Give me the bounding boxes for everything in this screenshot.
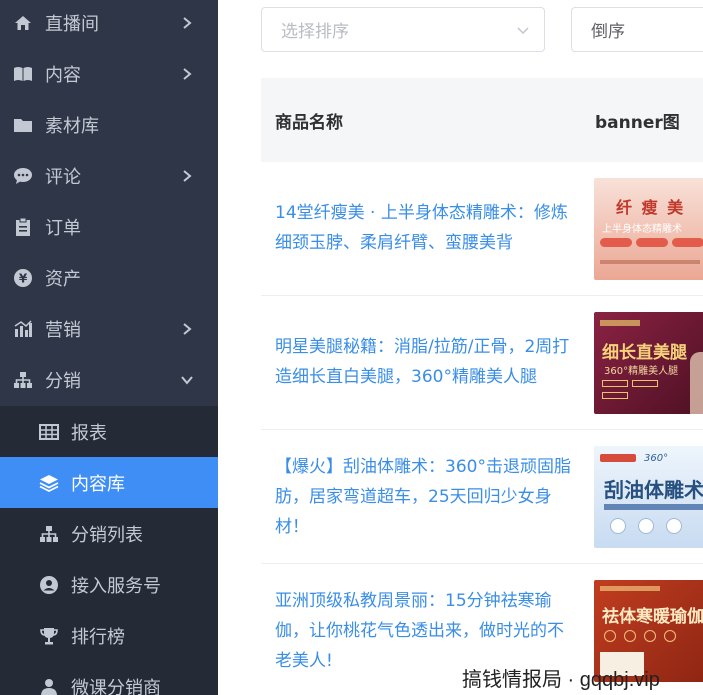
comment-icon xyxy=(12,165,34,187)
sidebar-item-content[interactable]: 内容 xyxy=(0,48,218,99)
sidebar-item-label: 微课分销商 xyxy=(71,677,161,695)
banner-badge xyxy=(638,518,654,534)
banner-image: 纤 瘦 美 上半身体态精雕术 xyxy=(594,178,703,280)
banner-subtitle: 360°精雕美人腿 xyxy=(604,366,679,377)
sidebar-item-label: 接入服务号 xyxy=(71,575,161,597)
banner-figure xyxy=(690,352,703,414)
sidebar-subitem-content-library[interactable]: 内容库 xyxy=(0,457,218,508)
svg-text:¥: ¥ xyxy=(19,271,28,285)
sidebar-item-marketing[interactable]: 营销 xyxy=(0,303,218,354)
coin-icon: ¥ xyxy=(12,267,34,289)
sidebar-item-comments[interactable]: 评论 xyxy=(0,150,218,201)
banner-badge xyxy=(664,630,676,642)
sidebar-item-label: 订单 xyxy=(45,217,81,239)
banner-title: 刮油体雕术 xyxy=(604,478,703,502)
home-icon xyxy=(12,12,34,34)
table-row: 14堂纤瘦美 · 上半身体态精雕术：修炼细颈玉脖、柔肩纤臂、蛮腰美背 纤 瘦 美… xyxy=(261,162,703,296)
chevron-right-icon xyxy=(180,16,194,30)
banner-tag xyxy=(632,380,658,387)
banner-tag xyxy=(600,320,640,326)
sidebar-item-label: 直播间 xyxy=(45,13,99,35)
product-name-link[interactable]: 明星美腿秘籍：消脂/拉筋/正骨，2周打造细长直白美腿，360°精雕美人腿 xyxy=(275,332,575,392)
chevron-down-icon xyxy=(516,22,530,36)
banner-tag xyxy=(600,238,632,247)
banner-tag xyxy=(636,238,668,247)
column-header-product-name: 商品名称 xyxy=(275,113,343,133)
banner-tag xyxy=(672,238,703,247)
sidebar-item-label: 分销 xyxy=(45,370,81,392)
banner-image: 细长直美腿 360°精雕美人腿 xyxy=(594,312,703,414)
sidebar-item-label: 营销 xyxy=(45,319,81,341)
sidebar: 直播间 内容 素材库 评论 订单 ¥ 资产 营销 分销 报表 内容库 分销列表 … xyxy=(0,0,218,695)
watermark: 搞钱情报局 · gqqbj.vip xyxy=(462,669,660,691)
banner-title: 祛体寒暖瑜伽 xyxy=(602,607,703,627)
sidebar-item-label: 报表 xyxy=(71,422,107,444)
trophy-icon xyxy=(38,625,60,647)
sort-select[interactable]: 选择排序 xyxy=(261,7,545,52)
sidebar-item-label: 分销列表 xyxy=(71,524,143,546)
sidebar-item-assets[interactable]: ¥ 资产 xyxy=(0,252,218,303)
sidebar-item-label: 素材库 xyxy=(45,115,99,137)
banner-tag xyxy=(602,380,628,387)
banner-subtitle: 上半身体态精雕术 xyxy=(602,224,682,235)
sidebar-item-materials[interactable]: 素材库 xyxy=(0,99,218,150)
chevron-right-icon xyxy=(180,322,194,336)
banner-badge xyxy=(624,630,636,642)
banner-tag xyxy=(600,454,636,462)
person-icon xyxy=(38,676,60,695)
sidebar-subitem-leaderboard[interactable]: 排行榜 xyxy=(0,610,218,661)
sitemap-icon xyxy=(12,369,34,391)
chevron-down-icon xyxy=(180,373,194,387)
banner-footer xyxy=(600,260,700,264)
chevron-right-icon xyxy=(180,67,194,81)
sidebar-item-live-room[interactable]: 直播间 xyxy=(0,0,218,48)
banner-badge xyxy=(644,630,656,642)
product-name-link[interactable]: 【爆火】刮油体雕术：360°击退顽固脂肪，居家弯道超车，25天回归少女身材！ xyxy=(275,452,575,542)
banner-badge xyxy=(610,518,626,534)
sidebar-item-orders[interactable]: 订单 xyxy=(0,201,218,252)
banner-strip xyxy=(604,504,703,510)
folder-icon xyxy=(12,114,34,136)
column-header-banner: banner图 xyxy=(595,113,680,133)
clipboard-icon xyxy=(12,216,34,238)
sidebar-subitem-service-account[interactable]: 接入服务号 xyxy=(0,559,218,610)
main-content: 选择排序 倒序 商品名称 banner图 14堂纤瘦美 · 上半身体态精雕术：修… xyxy=(218,0,703,695)
table-row: 【爆火】刮油体雕术：360°击退顽固脂肪，居家弯道超车，25天回归少女身材！ 3… xyxy=(261,430,703,564)
chevron-right-icon xyxy=(180,169,194,183)
banner-tag xyxy=(600,586,660,591)
banner-tag xyxy=(602,392,628,399)
product-name-link[interactable]: 14堂纤瘦美 · 上半身体态精雕术：修炼细颈玉脖、柔肩纤臂、蛮腰美背 xyxy=(275,198,575,258)
table-row: 明星美腿秘籍：消脂/拉筋/正骨，2周打造细长直白美腿，360°精雕美人腿 细长直… xyxy=(261,296,703,430)
sitemap-icon xyxy=(38,523,60,545)
sidebar-subitem-report[interactable]: 报表 xyxy=(0,406,218,457)
sidebar-item-label: 排行榜 xyxy=(71,626,125,648)
sidebar-item-distribution[interactable]: 分销 xyxy=(0,354,218,405)
sidebar-item-label: 评论 xyxy=(45,166,81,188)
sort-select-placeholder: 选择排序 xyxy=(281,22,349,42)
order-select[interactable]: 倒序 xyxy=(571,7,703,52)
banner-image: 360° 刮油体雕术 xyxy=(594,446,703,548)
table-icon xyxy=(38,421,60,443)
banner-badge xyxy=(604,630,616,642)
sidebar-subitem-distribution-list[interactable]: 分销列表 xyxy=(0,508,218,559)
banner-subtitle: 360° xyxy=(644,453,669,464)
user-circle-icon xyxy=(38,574,60,596)
sidebar-subitem-micro-course-distributor[interactable]: 微课分销商 xyxy=(0,661,218,695)
order-select-value: 倒序 xyxy=(591,22,625,42)
sidebar-item-label: 内容库 xyxy=(71,473,125,495)
layers-icon xyxy=(38,472,60,494)
banner-badge xyxy=(666,518,682,534)
sidebar-item-label: 内容 xyxy=(45,64,81,86)
banner-title: 细长直美腿 xyxy=(602,343,687,363)
table-header: 商品名称 banner图 xyxy=(261,78,703,162)
book-icon xyxy=(12,63,34,85)
bar-chart-icon xyxy=(12,318,34,340)
sidebar-item-label: 资产 xyxy=(45,268,81,290)
banner-title: 纤 瘦 美 xyxy=(616,198,686,217)
